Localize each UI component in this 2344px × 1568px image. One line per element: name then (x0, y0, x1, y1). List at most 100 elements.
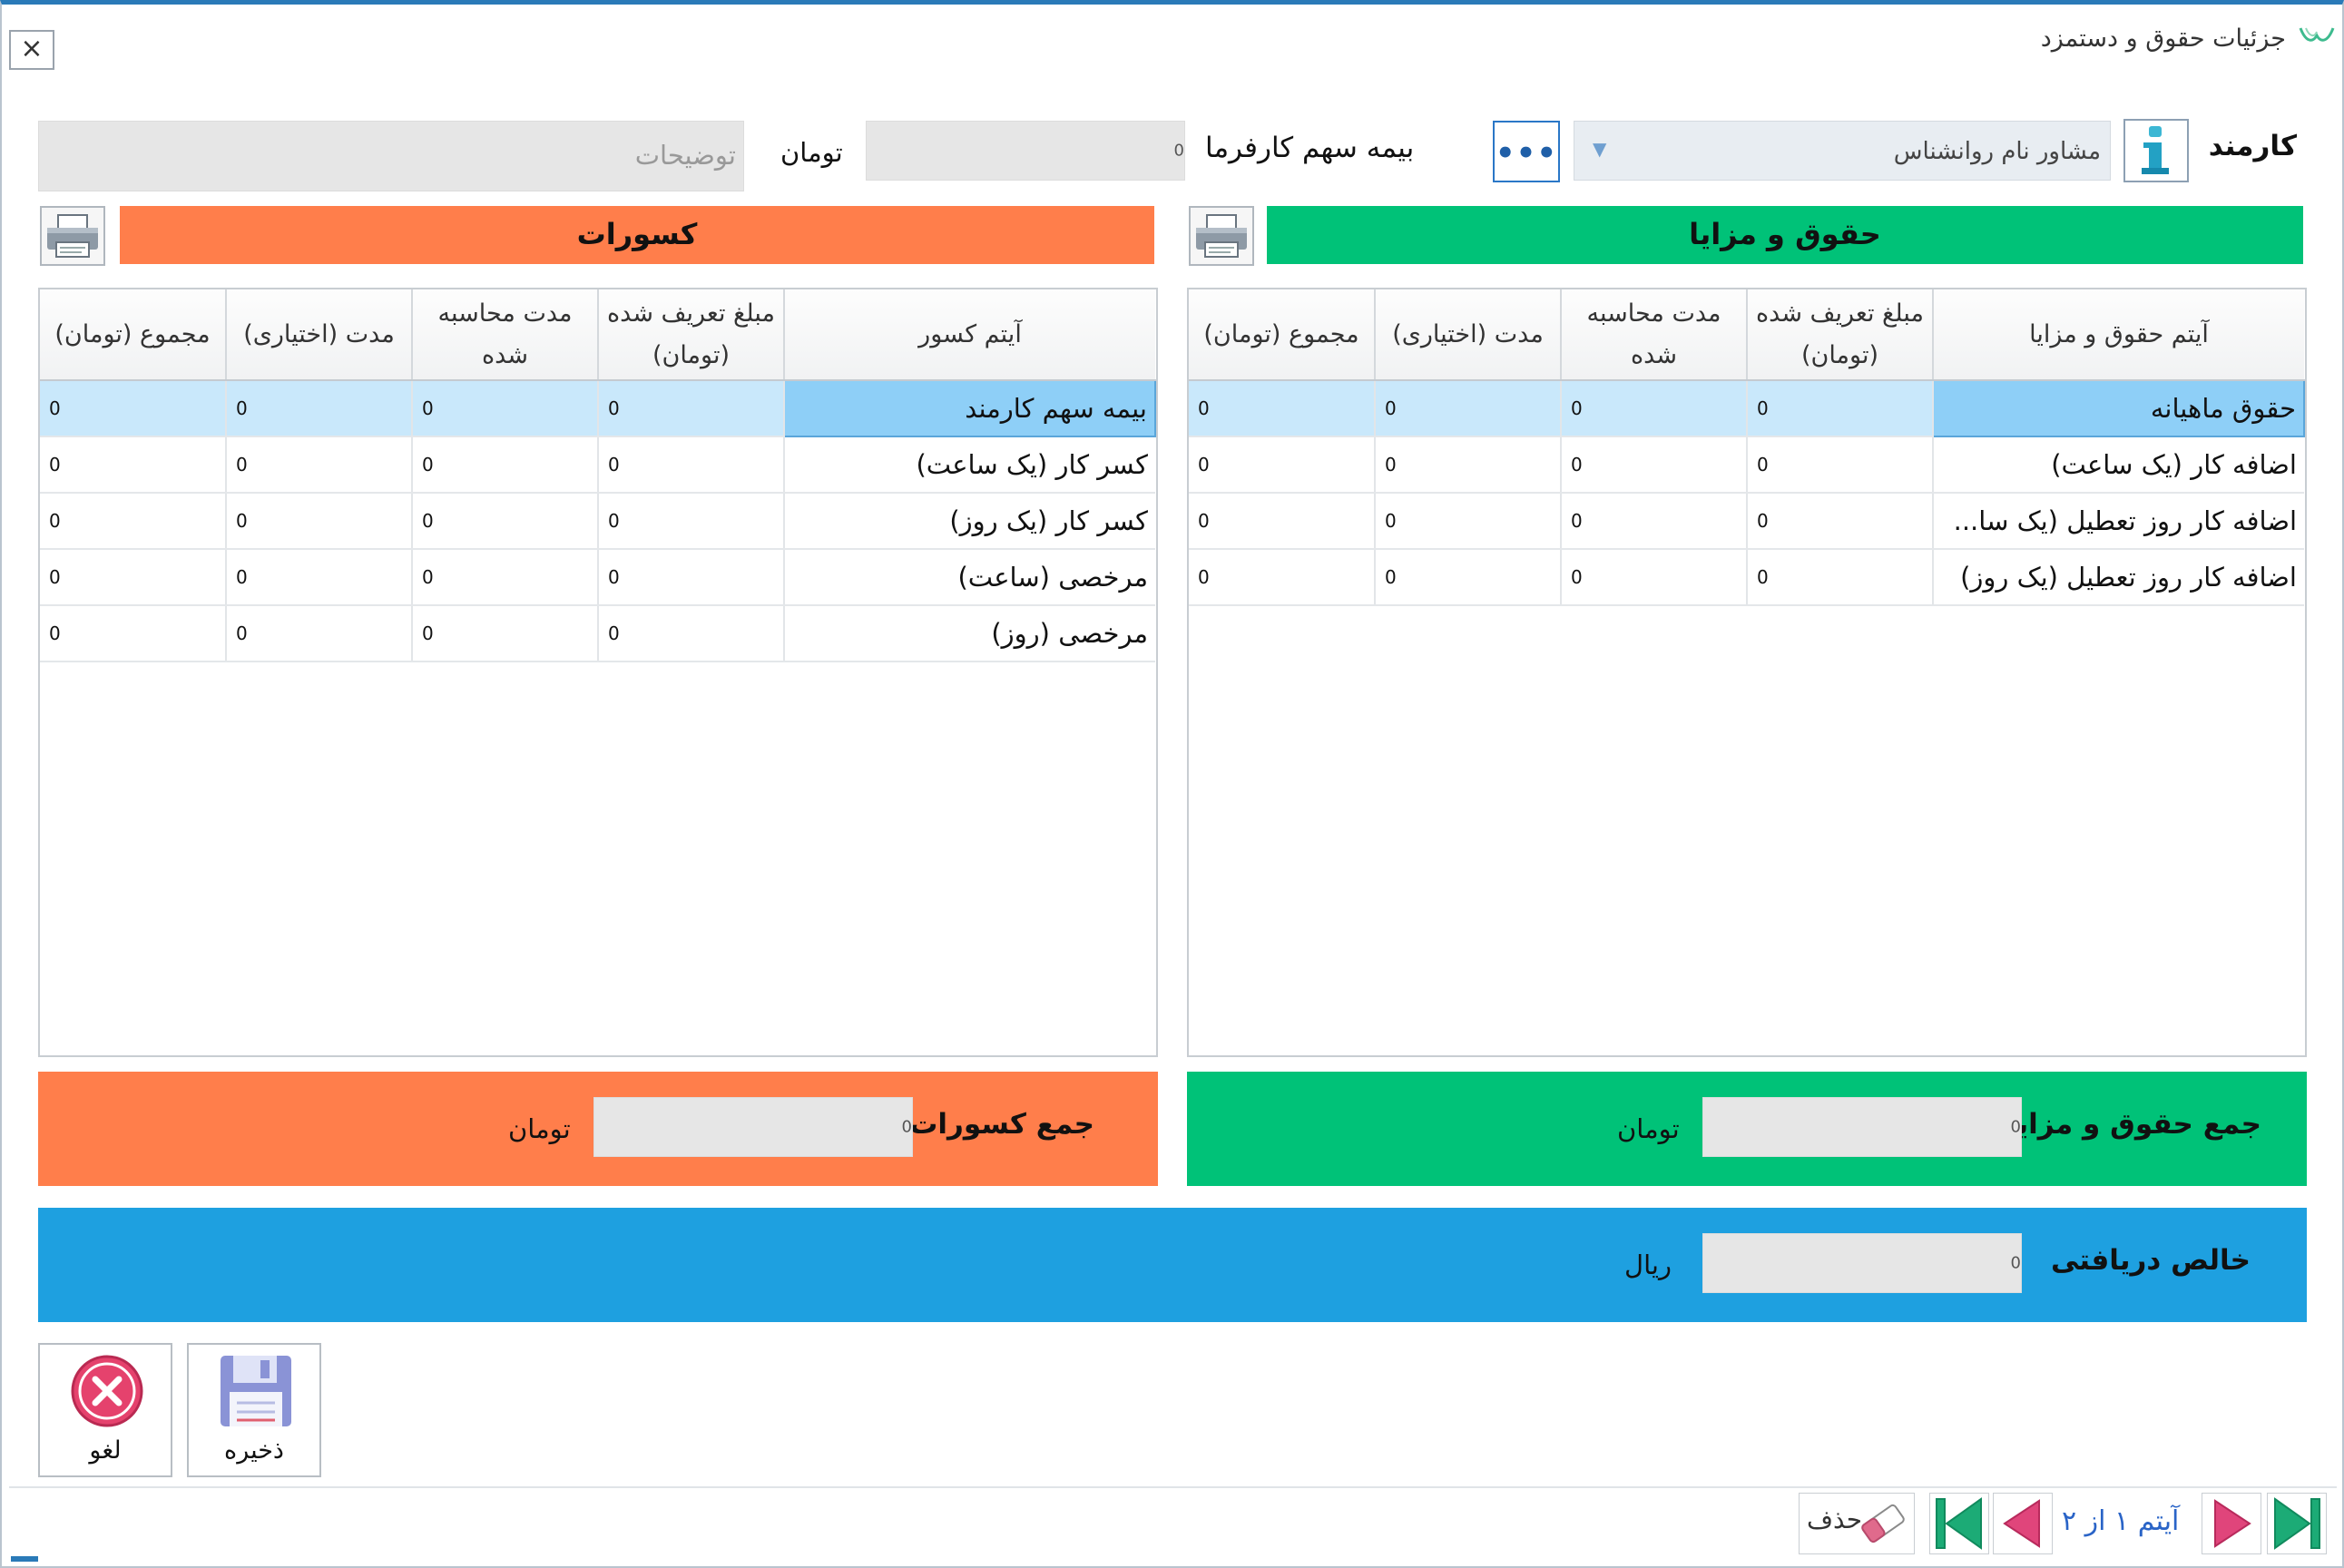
cell-optional[interactable]: 0 (1375, 549, 1562, 606)
table-row[interactable]: 0 0 0 0 اضافه کار (یک ساعت) (1189, 436, 2304, 494)
cell-amount[interactable]: 0 (598, 605, 785, 662)
cell-amount[interactable]: 0 (1747, 436, 1934, 494)
table-row[interactable]: 0 0 0 0 حقوق ماهیانه (1189, 379, 2305, 437)
deductions-total-field[interactable]: 0 (593, 1097, 913, 1157)
deductions-print-button[interactable] (40, 206, 105, 266)
column-header-total[interactable]: مجموع (تومان) (40, 289, 227, 381)
employee-combobox[interactable]: مشاور نام روانشناس ▼ (1574, 121, 2111, 181)
cell-optional[interactable]: 0 (226, 436, 413, 494)
benefits-print-button[interactable] (1189, 206, 1254, 266)
cell-amount[interactable]: 0 (598, 380, 785, 437)
cell-calculated[interactable]: 0 (412, 493, 599, 550)
column-header-calculated[interactable]: مدت محاسبه شده (1561, 289, 1748, 381)
cell-total[interactable]: 0 (1189, 493, 1376, 550)
cell-optional[interactable]: 0 (226, 493, 413, 550)
table-row[interactable]: 0 0 0 0 مرخصی (روز) (40, 605, 1155, 662)
cell-total[interactable]: 0 (40, 605, 227, 662)
cell-amount[interactable]: 0 (1747, 549, 1934, 606)
column-header-total[interactable]: مجموع (تومان) (1189, 289, 1376, 381)
employee-info-button[interactable] (2123, 119, 2189, 182)
cell-total[interactable]: 0 (40, 380, 227, 437)
next-record-icon (2214, 1499, 2251, 1548)
column-header-item[interactable]: آیتم کسور (784, 289, 1155, 381)
cell-item[interactable]: بیمه سهم کارمند (783, 379, 1156, 437)
last-record-button[interactable] (2267, 1493, 2327, 1554)
benefits-grid[interactable]: مجموع (تومان) مدت (اختیاری) مدت محاسبه ش… (1187, 288, 2307, 1057)
column-header-optional[interactable]: مدت (اختیاری) (1375, 289, 1562, 381)
previous-record-button[interactable] (1993, 1493, 2053, 1554)
table-row[interactable]: 0 0 0 0 بیمه سهم کارمند (40, 379, 1156, 437)
table-row[interactable]: 0 0 0 0 مرخصی (ساعت) (40, 549, 1155, 606)
first-record-button[interactable] (1929, 1493, 1989, 1554)
first-record-icon (1936, 1497, 1982, 1550)
app-logo-icon (2299, 27, 2335, 42)
cell-optional[interactable]: 0 (226, 380, 413, 437)
employee-label: کارمند (2208, 130, 2297, 162)
cell-item[interactable]: کسر کار (یک روز) (784, 493, 1155, 550)
cancel-button-label: لغو (89, 1436, 122, 1465)
cell-item[interactable]: اضافه کار روز تعطیل (یک سا... (1933, 493, 2304, 550)
cell-optional[interactable]: 0 (226, 605, 413, 662)
cancel-button[interactable]: لغو (38, 1343, 172, 1477)
cell-calculated[interactable]: 0 (1561, 549, 1748, 606)
benefits-total-label: جمع حقوق و مزایا (2006, 1108, 2261, 1141)
benefits-header: حقوق و مزایا (1267, 206, 2303, 264)
cell-calculated[interactable]: 0 (412, 605, 599, 662)
cell-calculated[interactable]: 0 (412, 436, 599, 494)
cell-item[interactable]: کسر کار (یک ساعت) (784, 436, 1155, 494)
cell-item[interactable]: اضافه کار (یک ساعت) (1933, 436, 2304, 494)
cell-amount[interactable]: 0 (598, 549, 785, 606)
cell-item[interactable]: حقوق ماهیانه (1932, 379, 2305, 437)
column-header-optional[interactable]: مدت (اختیاری) (226, 289, 413, 381)
cell-item[interactable]: اضافه کار روز تعطیل (یک روز) (1933, 549, 2304, 606)
info-icon (2142, 126, 2169, 174)
column-header-item[interactable]: آیتم حقوق و مزایا (1933, 289, 2304, 381)
cell-calculated[interactable]: 0 (412, 380, 599, 437)
cell-total[interactable]: 0 (1189, 436, 1376, 494)
cell-total[interactable]: 0 (40, 549, 227, 606)
description-field[interactable]: توضیحات (38, 121, 744, 191)
cell-optional[interactable]: 0 (1375, 493, 1562, 550)
last-record-icon (2274, 1497, 2320, 1550)
employee-browse-button[interactable]: ••• (1493, 121, 1560, 182)
deductions-total-value: 0 (901, 1117, 912, 1137)
cell-total[interactable]: 0 (40, 436, 227, 494)
net-payment-field[interactable]: 0 (1702, 1233, 2022, 1293)
column-header-amount[interactable]: مبلغ تعریف شده (تومان) (598, 289, 785, 381)
cell-amount[interactable]: 0 (598, 436, 785, 494)
cell-total[interactable]: 0 (1189, 549, 1376, 606)
column-header-calculated[interactable]: مدت محاسبه شده (412, 289, 599, 381)
cell-calculated[interactable]: 0 (412, 549, 599, 606)
table-row[interactable]: 0 0 0 0 اضافه کار روز تعطیل (یک سا... (1189, 493, 2304, 550)
cell-total[interactable]: 0 (1189, 380, 1376, 437)
close-button[interactable]: × (9, 30, 54, 70)
cell-total[interactable]: 0 (40, 493, 227, 550)
cell-calculated[interactable]: 0 (1561, 380, 1748, 437)
cell-item[interactable]: مرخصی (ساعت) (784, 549, 1155, 606)
cell-item[interactable]: مرخصی (روز) (784, 605, 1155, 662)
chevron-down-icon[interactable]: ▼ (1593, 138, 1606, 160)
next-record-button[interactable] (2202, 1493, 2261, 1554)
table-row[interactable]: 0 0 0 0 اضافه کار روز تعطیل (یک روز) (1189, 549, 2304, 606)
cell-amount[interactable]: 0 (598, 493, 785, 550)
cell-amount[interactable]: 0 (1747, 380, 1934, 437)
employer-insurance-field[interactable]: 0 (866, 121, 1185, 181)
cell-calculated[interactable]: 0 (1561, 493, 1748, 550)
deductions-total-label: جمع کسورات (909, 1108, 1094, 1141)
cell-optional[interactable]: 0 (1375, 436, 1562, 494)
table-row[interactable]: 0 0 0 0 کسر کار (یک ساعت) (40, 436, 1155, 494)
benefits-total-field[interactable]: 0 (1702, 1097, 2022, 1157)
save-button-label: ذخیره (224, 1436, 284, 1465)
navigator-divider (9, 1486, 2337, 1488)
deductions-grid[interactable]: مجموع (تومان) مدت (اختیاری) مدت محاسبه ش… (38, 288, 1158, 1057)
eraser-icon (1861, 1504, 1905, 1544)
benefits-total-value: 0 (2010, 1117, 2021, 1137)
column-header-amount[interactable]: مبلغ تعریف شده (تومان) (1747, 289, 1934, 381)
save-button[interactable]: ذخیره (187, 1343, 321, 1477)
cell-optional[interactable]: 0 (226, 549, 413, 606)
delete-record-button[interactable]: حذف (1799, 1493, 1915, 1554)
cell-calculated[interactable]: 0 (1561, 436, 1748, 494)
cell-amount[interactable]: 0 (1747, 493, 1934, 550)
cell-optional[interactable]: 0 (1375, 380, 1562, 437)
table-row[interactable]: 0 0 0 0 کسر کار (یک روز) (40, 493, 1155, 550)
